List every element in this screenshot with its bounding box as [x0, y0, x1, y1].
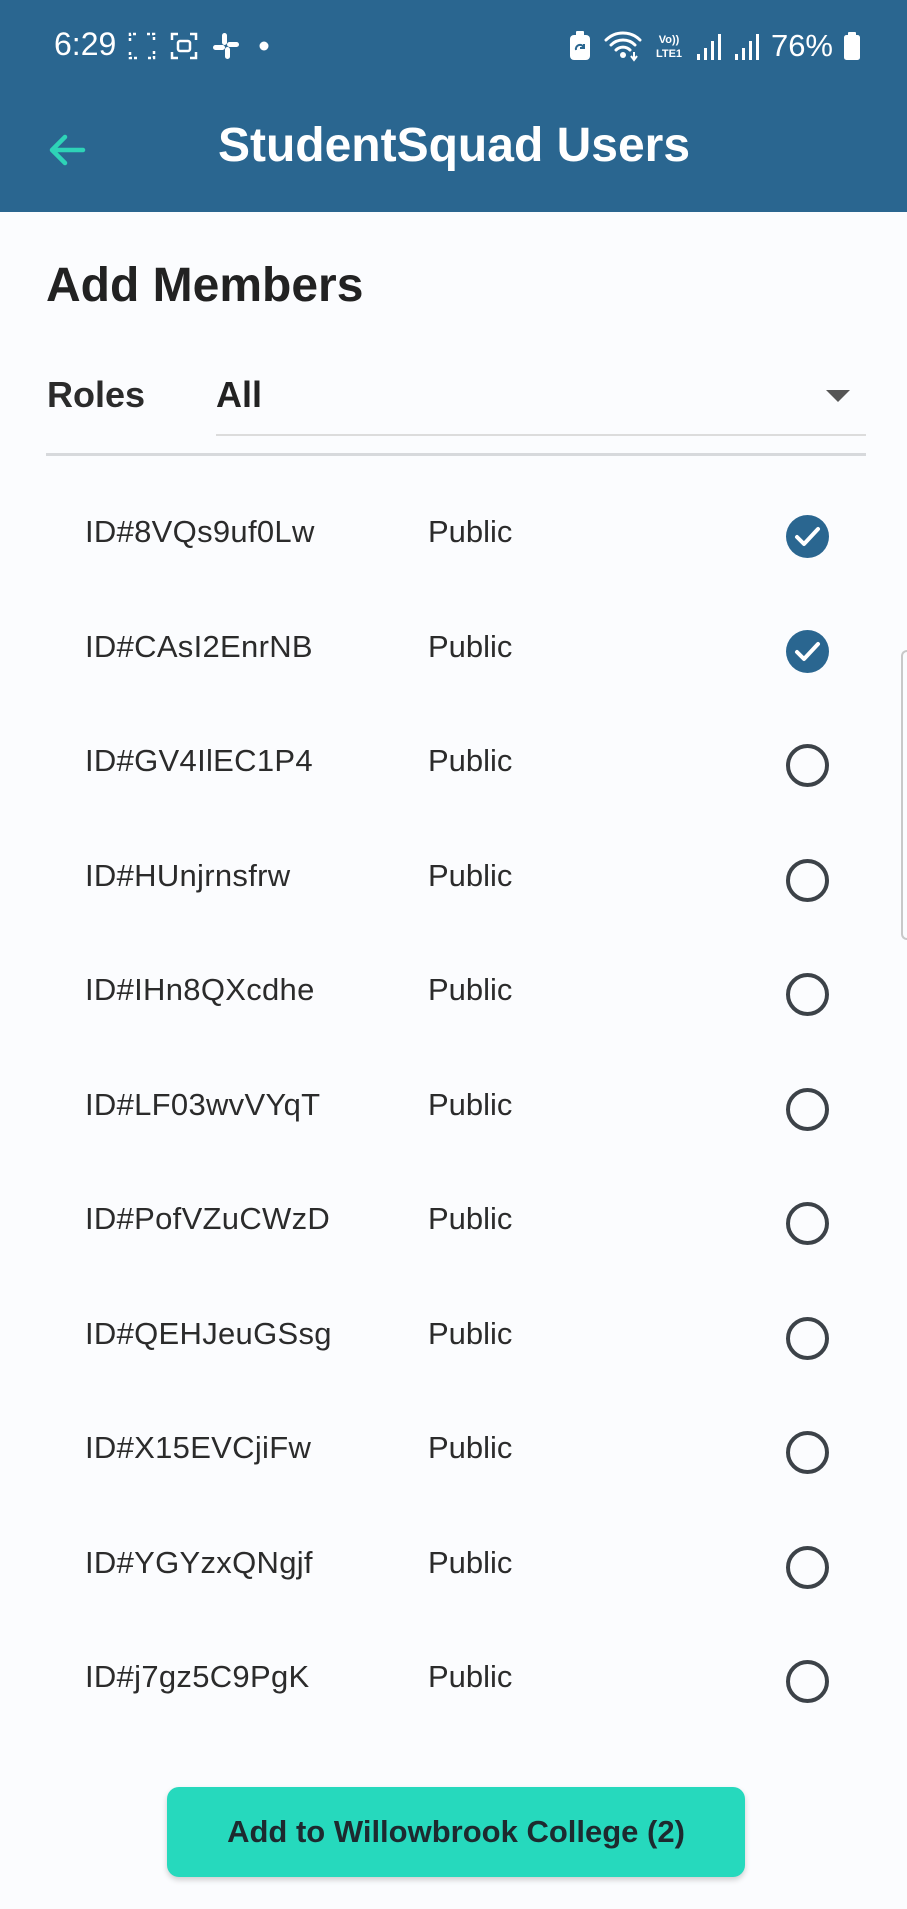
user-role: Public [428, 514, 513, 549]
screenshot-icon [128, 32, 156, 60]
user-id: ID#PofVZuCWzD [85, 1201, 331, 1236]
user-id: ID#LF03wvVYqT [85, 1086, 321, 1122]
lte-label: LTE1 [656, 48, 682, 60]
user-row[interactable]: ID#PofVZuCWzD Public [0, 1165, 907, 1280]
radio-unchecked-icon[interactable] [785, 1201, 830, 1246]
user-row[interactable]: ID#j7gz5C9PgK Public [0, 1623, 907, 1738]
divider [46, 453, 866, 456]
volte-label: Vo)) [659, 34, 680, 46]
user-row[interactable]: ID#YGYzxQNgjf Public [0, 1509, 907, 1624]
user-list: ID#8VQs9uf0Lw Public ID#CAsI2EnrNB Public ID… [0, 478, 907, 1738]
scroll-indicator [901, 650, 907, 940]
battery-percent: 76% [770, 28, 833, 63]
user-row[interactable]: ID#GV4IlEC1P4 Public [0, 707, 907, 822]
roles-dropdown[interactable]: All [216, 360, 866, 436]
status-bar: 6:29 Vo)) LTE1 76% [0, 0, 907, 95]
slack-icon [213, 33, 239, 59]
user-id: ID#QEHJeuGSsg [85, 1315, 332, 1351]
battery-icon [844, 32, 860, 60]
volte-icon: Vo)) LTE1 [656, 34, 682, 60]
caret-down-icon [826, 390, 850, 402]
user-row[interactable]: ID#IHn8QXcdhe Public [0, 936, 907, 1051]
user-id: ID#HUnjrnsfrw [85, 857, 291, 893]
radio-unchecked-icon[interactable] [785, 1087, 830, 1132]
user-role: Public [428, 1659, 513, 1694]
app-header: 6:29 Vo)) LTE1 76% StudentSquad Users [0, 0, 907, 212]
roles-selected-value: All [216, 374, 263, 415]
section-title: Add Members [46, 259, 364, 312]
user-id: ID#YGYzxQNgjf [85, 1544, 313, 1580]
user-id: ID#GV4IlEC1P4 [85, 743, 313, 778]
user-id: ID#8VQs9uf0Lw [85, 514, 315, 549]
user-row[interactable]: ID#X15EVCjiFw Public [0, 1394, 907, 1509]
user-role: Public [428, 628, 513, 664]
status-time: 6:29 [54, 26, 117, 62]
user-role: Public [428, 972, 513, 1007]
screen-record-icon [170, 32, 198, 60]
user-row[interactable]: ID#LF03wvVYqT Public [0, 1051, 907, 1166]
roles-label: Roles [47, 374, 146, 415]
user-row[interactable]: ID#QEHJeuGSsg Public [0, 1280, 907, 1395]
battery-saver-icon [569, 31, 590, 60]
user-role: Public [428, 1201, 513, 1236]
signal-icon [734, 34, 759, 60]
status-left-icons [128, 30, 274, 62]
radio-unchecked-icon[interactable] [785, 1316, 830, 1361]
user-row[interactable]: ID#CAsI2EnrNB Public [0, 593, 907, 708]
user-id: ID#IHn8QXcdhe [85, 972, 315, 1007]
user-role: Public [428, 743, 513, 778]
dot-icon [259, 41, 269, 51]
user-role: Public [428, 1430, 513, 1465]
radio-unchecked-icon[interactable] [785, 1430, 830, 1475]
user-row[interactable]: ID#HUnjrnsfrw Public [0, 822, 907, 937]
radio-unchecked-icon[interactable] [785, 1659, 830, 1704]
radio-unchecked-icon[interactable] [785, 1545, 830, 1590]
user-role: Public [428, 1086, 513, 1122]
add-members-button[interactable]: Add to Willowbrook College (2) [167, 1787, 745, 1877]
wifi-icon [604, 31, 642, 62]
check-circle-icon[interactable] [785, 629, 830, 674]
status-right-icons: Vo)) LTE1 76% [567, 26, 861, 66]
app-bar: StudentSquad Users [0, 100, 907, 200]
check-circle-icon[interactable] [785, 514, 830, 559]
radio-unchecked-icon[interactable] [785, 972, 830, 1017]
user-role: Public [428, 1544, 513, 1580]
radio-unchecked-icon[interactable] [785, 743, 830, 788]
user-role: Public [428, 1315, 513, 1351]
user-id: ID#j7gz5C9PgK [85, 1659, 310, 1694]
signal-icon [696, 34, 721, 60]
user-id: ID#X15EVCjiFw [85, 1430, 312, 1465]
user-role: Public [428, 857, 513, 893]
page-title: StudentSquad Users [217, 119, 691, 172]
user-row[interactable]: ID#8VQs9uf0Lw Public [0, 478, 907, 593]
user-id: ID#CAsI2EnrNB [85, 628, 313, 664]
radio-unchecked-icon[interactable] [785, 858, 830, 903]
